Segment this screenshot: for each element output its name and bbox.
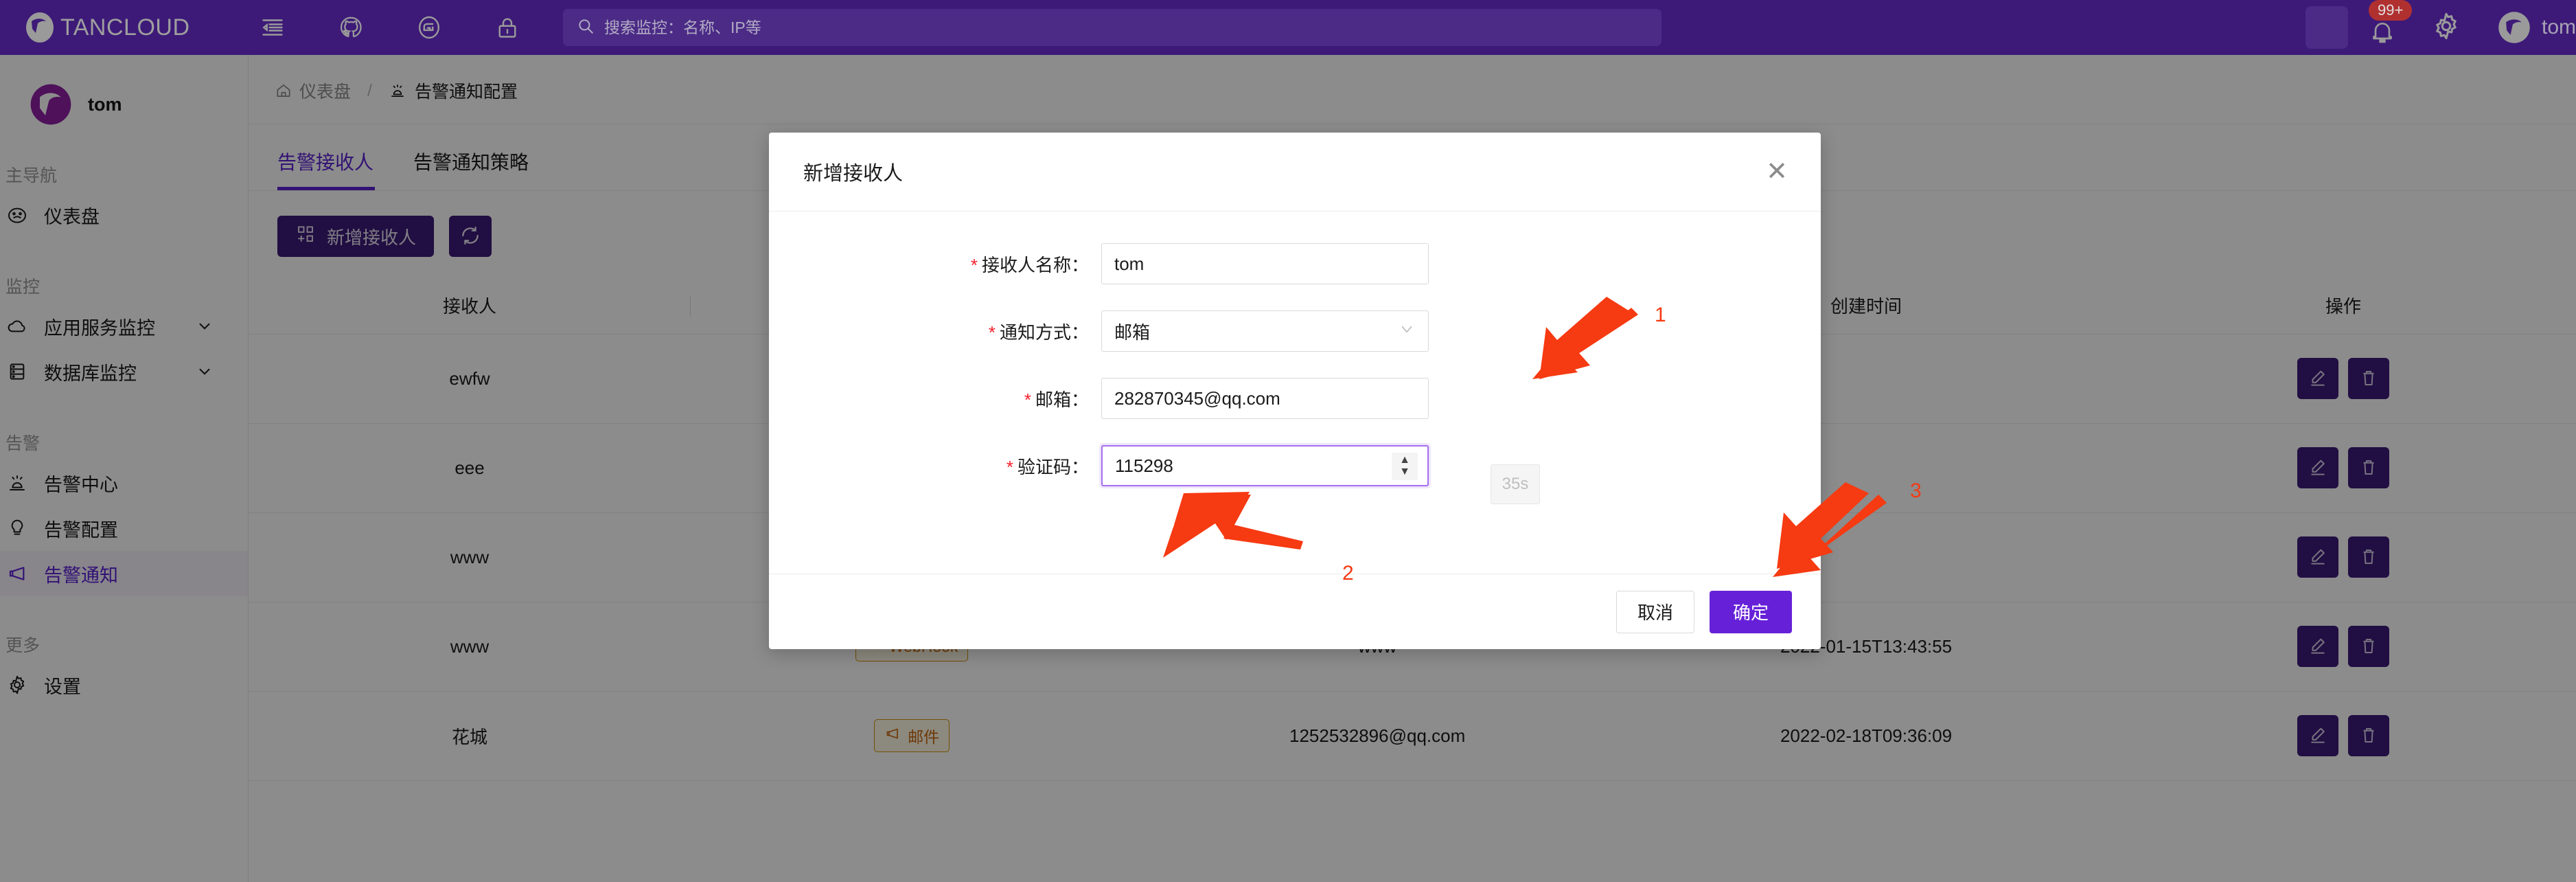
receiver-name-label-text: 接收人名称： — [982, 255, 1089, 275]
top-bar: TANCLOUD — [0, 0, 2576, 55]
add-receiver-modal: 新增接收人 ✕ *接收人名称： *通知方式： 邮箱 — [769, 133, 1821, 649]
gitee-icon[interactable] — [415, 14, 443, 41]
user-menu[interactable]: tom — [2496, 10, 2576, 45]
global-search[interactable] — [563, 9, 1661, 46]
user-name: tom — [2542, 16, 2576, 39]
email-label-text: 邮箱： — [1035, 389, 1089, 410]
receiver-name-label: *接收人名称： — [769, 251, 1101, 277]
brand-name: TANCLOUD — [60, 14, 190, 41]
receiver-name-input[interactable] — [1101, 243, 1429, 284]
settings-button[interactable] — [2430, 10, 2465, 45]
verification-code-label-text: 验证码： — [1017, 457, 1089, 477]
field-row-code: *验证码： ▲ ▼ — [769, 445, 1821, 486]
verification-code-input[interactable] — [1101, 445, 1429, 486]
annotation-number-2: 2 — [1342, 562, 1354, 585]
confirm-button[interactable]: 确定 — [1710, 591, 1792, 633]
gear-icon — [2430, 10, 2462, 42]
search-icon — [577, 17, 595, 38]
annotation-number-3: 3 — [1910, 479, 1922, 503]
modal-title: 新增接收人 — [803, 157, 903, 186]
required-star: * — [1007, 457, 1013, 477]
bell-icon — [2369, 18, 2396, 45]
tancloud-logo-icon — [23, 11, 56, 44]
stepper-up-icon[interactable]: ▲ — [1399, 456, 1410, 465]
number-stepper[interactable]: ▲ ▼ — [1392, 453, 1418, 480]
stepper-down-icon[interactable]: ▼ — [1399, 468, 1410, 477]
field-row-email: *邮箱： — [769, 378, 1821, 419]
avatar — [2496, 10, 2532, 45]
email-input[interactable] — [1101, 378, 1429, 419]
fullscreen-toggle-button[interactable] — [2305, 6, 2348, 49]
modal-header: 新增接收人 ✕ — [769, 133, 1821, 212]
topbar-right-group: 99+ tom — [2305, 0, 2576, 55]
notify-method-label: *通知方式： — [769, 319, 1101, 344]
required-star: * — [971, 255, 978, 275]
cancel-button[interactable]: 取消 — [1616, 591, 1694, 633]
email-label: *邮箱： — [769, 386, 1101, 411]
brand-logo-area[interactable]: TANCLOUD — [23, 11, 190, 44]
notify-method-select[interactable]: 邮箱 — [1101, 310, 1429, 352]
send-code-button[interactable]: 35s — [1491, 464, 1540, 504]
notify-method-label-text: 通知方式： — [1000, 322, 1089, 343]
chevron-down-icon — [1398, 320, 1416, 343]
required-star: * — [989, 322, 996, 343]
annotation-number-1: 1 — [1655, 304, 1666, 327]
verification-code-label: *验证码： — [769, 453, 1101, 479]
modal-body: *接收人名称： *通知方式： 邮箱 — [769, 212, 1821, 574]
notifications-button[interactable]: 99+ — [2363, 8, 2402, 47]
field-row-name: *接收人名称： — [769, 243, 1821, 284]
search-input[interactable] — [604, 19, 1648, 37]
notify-method-value: 邮箱 — [1114, 319, 1150, 344]
required-star: * — [1024, 389, 1031, 410]
close-icon[interactable]: ✕ — [1766, 159, 1788, 185]
github-icon[interactable] — [337, 14, 365, 41]
topbar-icon-group — [259, 14, 521, 41]
modal-footer: 取消 确定 — [769, 574, 1821, 649]
lock-icon[interactable] — [494, 14, 521, 41]
collapse-menu-icon[interactable] — [259, 14, 286, 41]
